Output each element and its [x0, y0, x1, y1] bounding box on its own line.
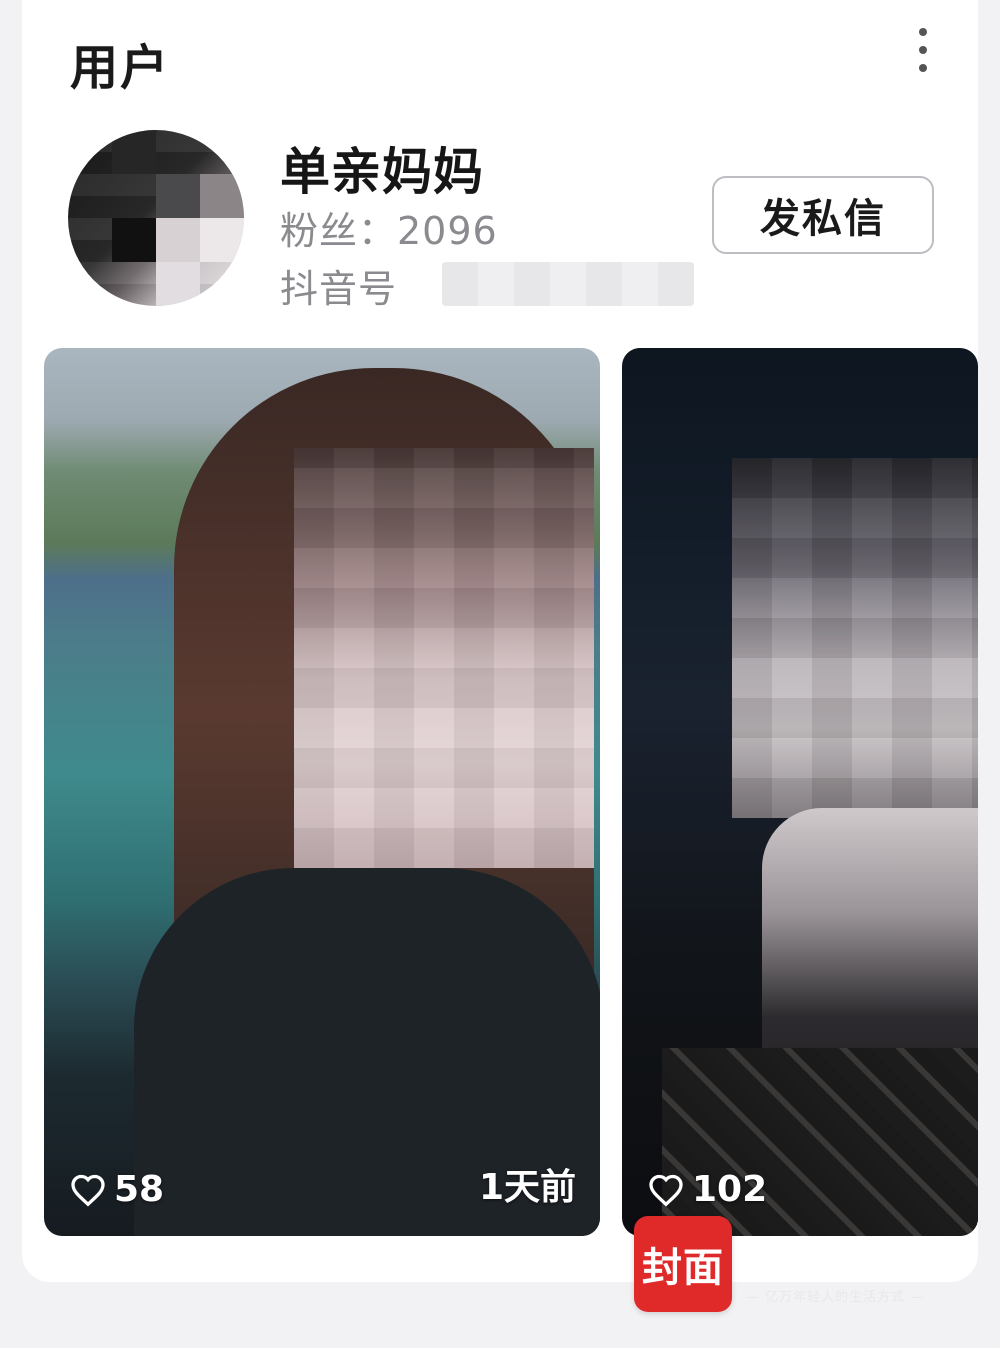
heart-icon — [71, 1174, 105, 1207]
douyin-id-redacted — [442, 262, 694, 306]
pixelated-face — [732, 458, 978, 818]
douyin-id-label: 抖音号 — [280, 267, 398, 311]
like-count: 58 — [70, 1169, 164, 1210]
more-options-icon[interactable] — [908, 28, 938, 72]
user-card: 用户 单亲妈妈 粉丝：2096 抖音号 发私信 58 1天前 102 — [22, 0, 978, 1282]
pixelated-face — [294, 448, 594, 868]
like-count-value: 58 — [114, 1169, 165, 1210]
profile-name: 单亲妈妈 — [280, 143, 484, 201]
fans-count: 粉丝：2096 — [280, 209, 498, 253]
avatar[interactable] — [68, 130, 244, 306]
like-count-value: 102 — [692, 1169, 768, 1210]
post-time: 1天前 — [478, 1167, 576, 1208]
section-title: 用户 — [70, 40, 171, 96]
watermark-tagline: — 亿万年轻人的生活方式 — — [746, 1290, 925, 1305]
send-message-button[interactable]: 发私信 — [712, 176, 934, 254]
video-thumbnail[interactable]: 102 — [622, 348, 978, 1236]
video-thumbnail[interactable]: 58 1天前 — [44, 348, 600, 1236]
cover-news-logo: 封面 — [634, 1216, 732, 1312]
heart-icon — [649, 1174, 683, 1207]
like-count: 102 — [648, 1169, 767, 1210]
